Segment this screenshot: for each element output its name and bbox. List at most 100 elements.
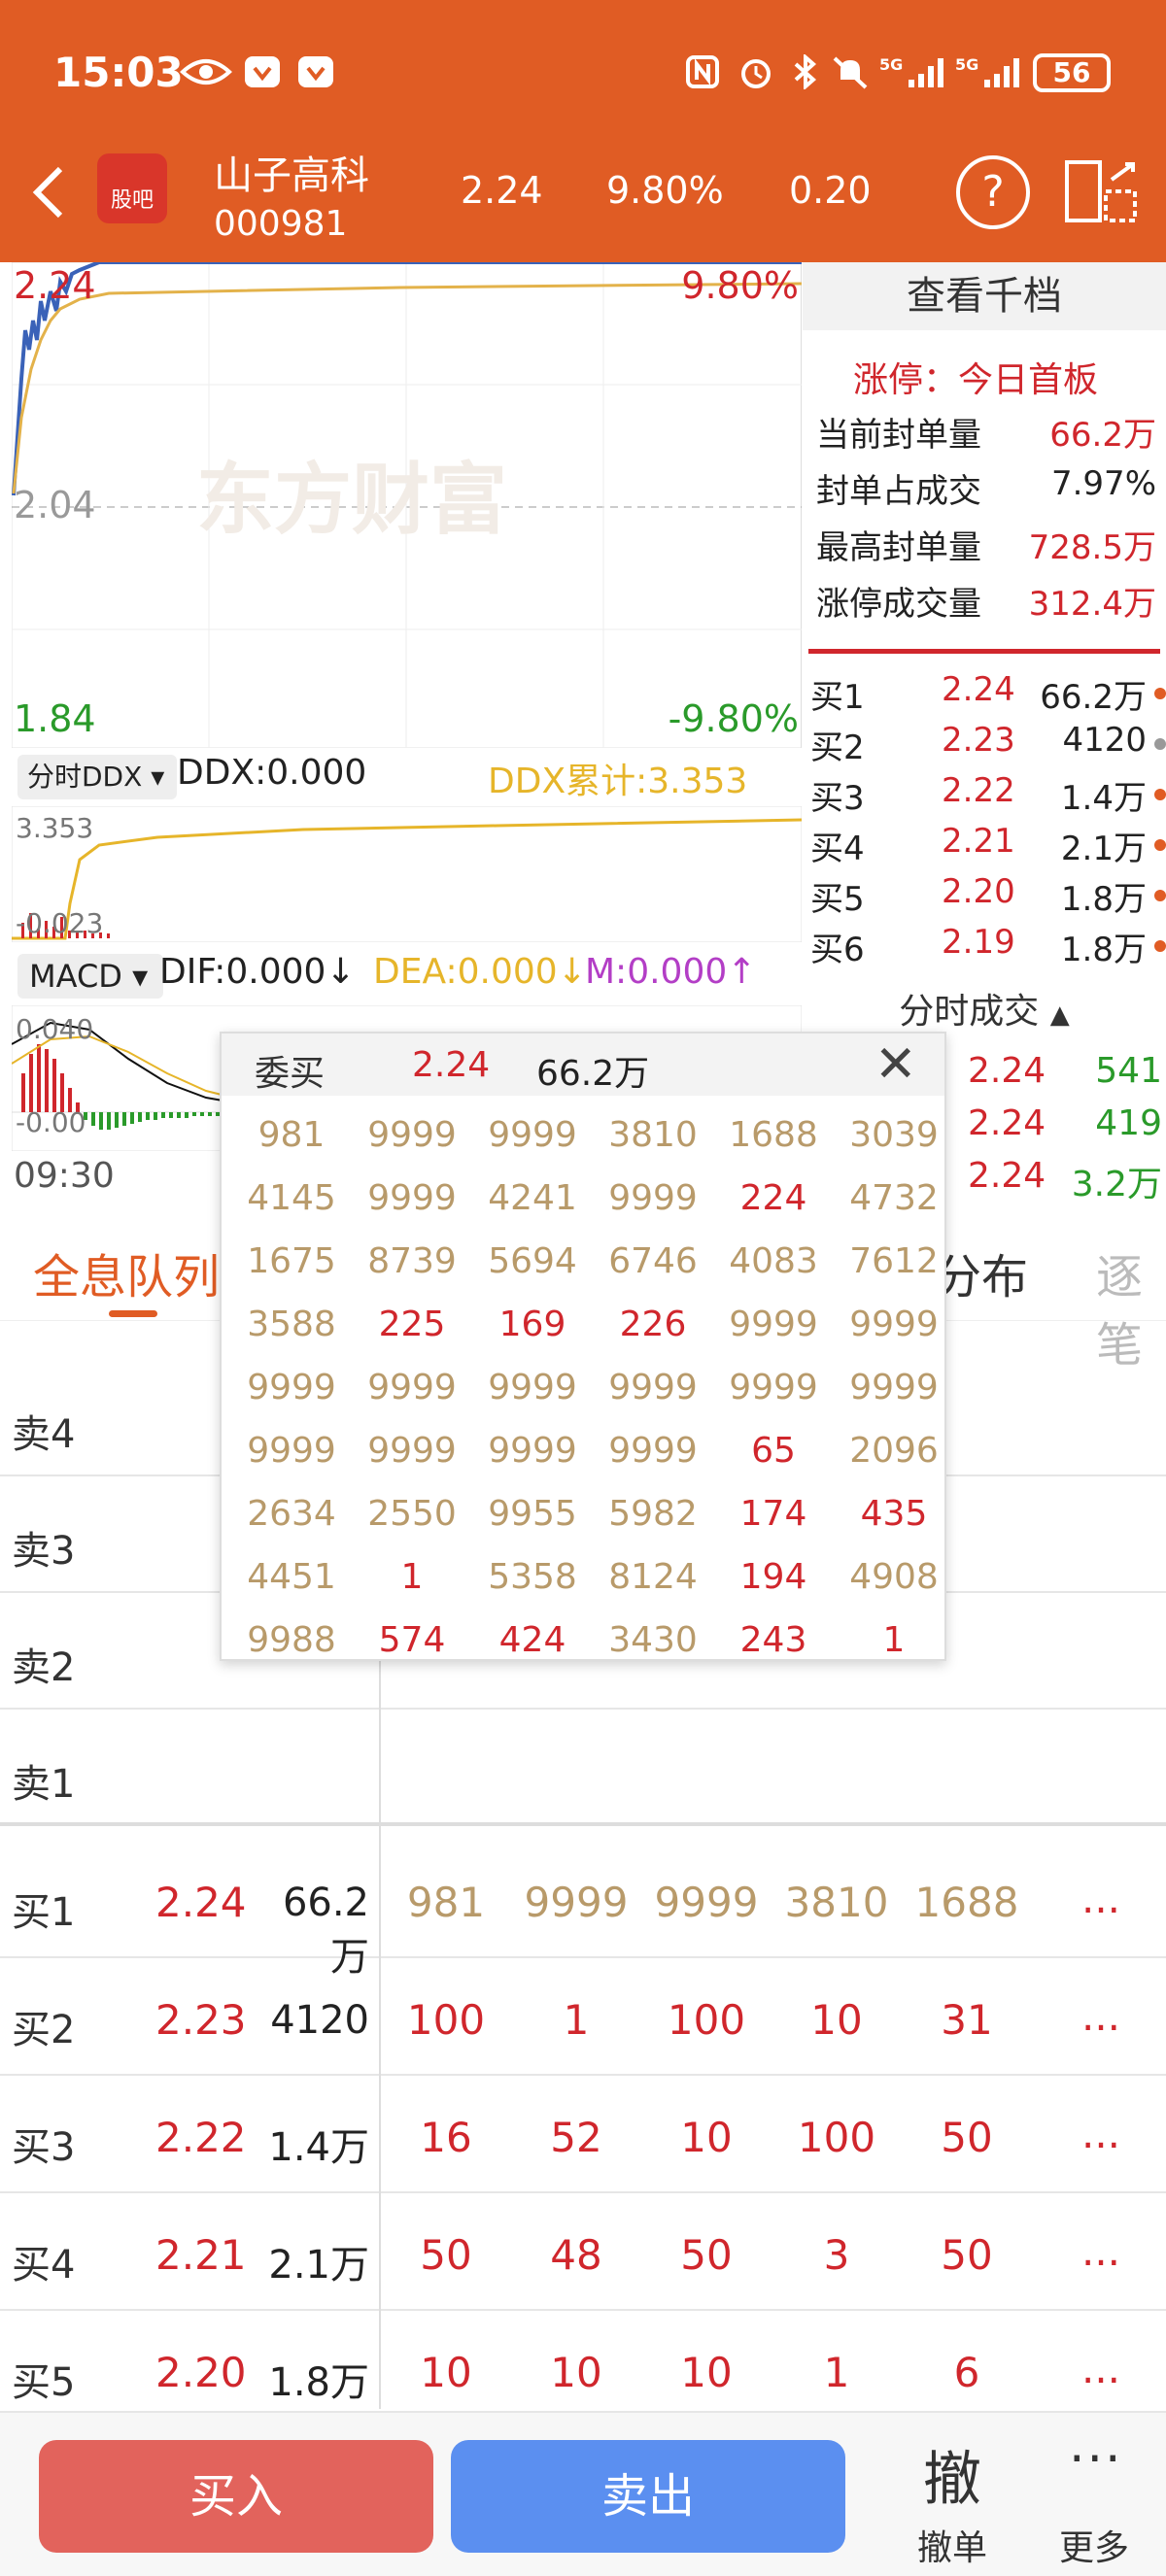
queue-price: 2.20 xyxy=(155,2349,247,2396)
bid-row[interactable]: 买3 2.22 1.4万 xyxy=(810,771,1166,822)
trade-volume: 419 xyxy=(1095,1103,1162,1143)
popup-order-cell: 194 xyxy=(739,1557,807,1597)
queue-order-cell: 50 xyxy=(420,2231,472,2279)
queue-price: 2.21 xyxy=(155,2231,247,2279)
popup-order-cell: 174 xyxy=(739,1494,807,1534)
queue-label: 买3 xyxy=(12,2125,76,2170)
stock-name: 山子高科 xyxy=(214,153,369,198)
queue-label: 卖2 xyxy=(12,1645,76,1690)
order-queue-popup: 委买 2.24 66.2万 ✕ 981 9999 9999 3810 1688 3039 4… xyxy=(220,1032,946,1661)
ddx-y-top: 3.353 xyxy=(16,812,94,844)
ddx-chart: 3.353 -0.023 xyxy=(12,806,802,942)
popup-order-cell: 8124 xyxy=(608,1557,698,1597)
more-label[interactable]: 更多 xyxy=(1059,2520,1129,2570)
status-dot xyxy=(1154,940,1166,952)
sell-button[interactable]: 卖出 xyxy=(451,2440,845,2553)
bid-row[interactable]: 买2 2.23 4120 xyxy=(810,721,1166,771)
queue-order-cell: 9999 xyxy=(524,1879,629,1926)
bid-price: 2.23 xyxy=(942,721,1015,760)
queue-more-link[interactable]: ... xyxy=(1036,2345,1166,2392)
buy-button[interactable]: 买入 xyxy=(39,2440,433,2553)
cancel-order-icon[interactable]: 撤 xyxy=(923,2432,981,2517)
header-change-pct: 9.80% xyxy=(606,169,724,212)
queue-label: 买5 xyxy=(12,2360,76,2405)
popup-order-cell: 9999 xyxy=(729,1305,818,1344)
cancel-order-label[interactable]: 撤单 xyxy=(917,2520,987,2570)
queue-buy-row[interactable]: 买4 2.21 2.1万 50 48 50 3 50... xyxy=(0,2194,1166,2311)
queue-order-cell: 10 xyxy=(680,2349,733,2396)
popup-order-cell: 4241 xyxy=(488,1178,577,1218)
queue-buy-row[interactable]: 买2 2.23 4120 100 1 100 10 31... xyxy=(0,1959,1166,2076)
stat-row: 封单占成交 7.97% xyxy=(816,464,1156,512)
bid-row[interactable]: 买4 2.21 2.1万 xyxy=(810,822,1166,872)
view-thousand-levels-button[interactable]: 查看千档 xyxy=(803,262,1166,330)
stat-label: 最高封单量 xyxy=(816,528,981,567)
status-dot xyxy=(1154,789,1166,800)
popup-order-cell: 5982 xyxy=(608,1494,698,1534)
help-button[interactable]: ? xyxy=(956,155,1030,229)
trade-price: 2.24 xyxy=(968,1103,1046,1143)
bluetooth-icon xyxy=(794,54,817,89)
macd-y-top: 0.040 xyxy=(16,1013,94,1045)
landscape-switch-icon[interactable] xyxy=(1063,158,1139,224)
chevron-up-icon: ▲ xyxy=(1049,1000,1070,1030)
trade-volume: 541 xyxy=(1095,1051,1162,1091)
queue-order-cell: 50 xyxy=(941,2114,993,2161)
queue-buy-row[interactable]: 买3 2.22 1.4万 16 52 10 100 50... xyxy=(0,2077,1166,2193)
ddx-select[interactable]: 分时DDX ▾ xyxy=(17,755,177,799)
popup-order-cell: 9999 xyxy=(608,1431,698,1471)
ddx-cumulative-line xyxy=(12,818,802,940)
stat-value: 312.4万 xyxy=(1028,585,1156,624)
bid-row[interactable]: 买5 2.20 1.8万 xyxy=(810,872,1166,923)
popup-order-cell: 9988 xyxy=(247,1620,336,1660)
time-start-label: 09:30 xyxy=(14,1156,115,1196)
tab-underline xyxy=(109,1310,157,1317)
ddx-indicator-bar: 分时DDX ▾ DDX:0.000 DDX累计:3.353 xyxy=(12,751,802,804)
popup-order-cell: 9999 xyxy=(729,1368,818,1407)
queue-order-cell: 3810 xyxy=(784,1879,889,1926)
queue-order-cell: 10 xyxy=(810,1996,863,2044)
queue-buy-row[interactable]: 买1 2.24 66.2万 981 9999 9999 3810 1688... xyxy=(0,1842,1166,1980)
queue-more-link[interactable]: ... xyxy=(1036,1992,1166,2040)
queue-order-cell: 1688 xyxy=(914,1879,1019,1926)
queue-label: 卖3 xyxy=(12,1529,76,1574)
stat-label: 封单占成交 xyxy=(816,472,981,511)
macd-select[interactable]: MACD ▾ xyxy=(17,954,163,999)
popup-order-cell: 1 xyxy=(400,1557,424,1597)
tab-full-queue[interactable]: 全息队列 xyxy=(33,1238,220,1306)
queue-label: 卖4 xyxy=(12,1412,76,1457)
ddx-cumulative: DDX累计:3.353 xyxy=(488,762,748,801)
queue-order-cell: 10 xyxy=(550,2349,602,2396)
popup-order-cell: 424 xyxy=(498,1620,566,1660)
popup-order-cell: 9999 xyxy=(247,1431,336,1471)
popup-order-cell: 2096 xyxy=(849,1431,939,1471)
queue-order-cell: 100 xyxy=(406,1996,486,2044)
popup-order-cell: 3810 xyxy=(608,1115,698,1155)
stat-label: 当前封单量 xyxy=(816,416,981,455)
queue-volume: 4120 xyxy=(270,1998,369,2043)
queue-volume: 2.1万 xyxy=(268,2243,369,2288)
chevron-down-icon: ▾ xyxy=(132,958,149,995)
price-chart[interactable]: 东方财富 2.24 9.80% 2.04 1.84 -9.80% xyxy=(12,262,802,748)
popup-order-cell: 9999 xyxy=(367,1115,457,1155)
queue-order-cell: 1 xyxy=(563,1996,590,2044)
popup-order-cell: 9999 xyxy=(608,1368,698,1407)
guba-badge[interactable]: 股吧 xyxy=(97,153,167,223)
tab-tick-by-tick[interactable]: 逐笔 xyxy=(1096,1238,1166,1374)
more-icon[interactable]: ··· xyxy=(1069,2430,1123,2489)
stock-code: 000981 xyxy=(214,204,348,244)
popup-order-cell: 9999 xyxy=(367,1368,457,1407)
queue-more-link[interactable]: ... xyxy=(1036,2110,1166,2157)
back-icon[interactable] xyxy=(29,163,68,221)
queue-label: 买4 xyxy=(12,2243,76,2288)
queue-more-link[interactable]: ... xyxy=(1036,1875,1166,1922)
close-icon[interactable]: ✕ xyxy=(874,1039,917,1090)
signal-5g-icon: 5G xyxy=(879,55,943,87)
queue-order-cell: 9999 xyxy=(654,1879,759,1926)
alarm-icon xyxy=(741,59,771,88)
ddx-y-bottom: -0.023 xyxy=(16,907,104,939)
bid-row[interactable]: 买6 2.19 1.8万 xyxy=(810,923,1166,973)
bid-row[interactable]: 买1 2.24 66.2万 xyxy=(810,670,1166,721)
bid-label: 买2 xyxy=(810,729,865,767)
queue-more-link[interactable]: ... xyxy=(1036,2227,1166,2275)
